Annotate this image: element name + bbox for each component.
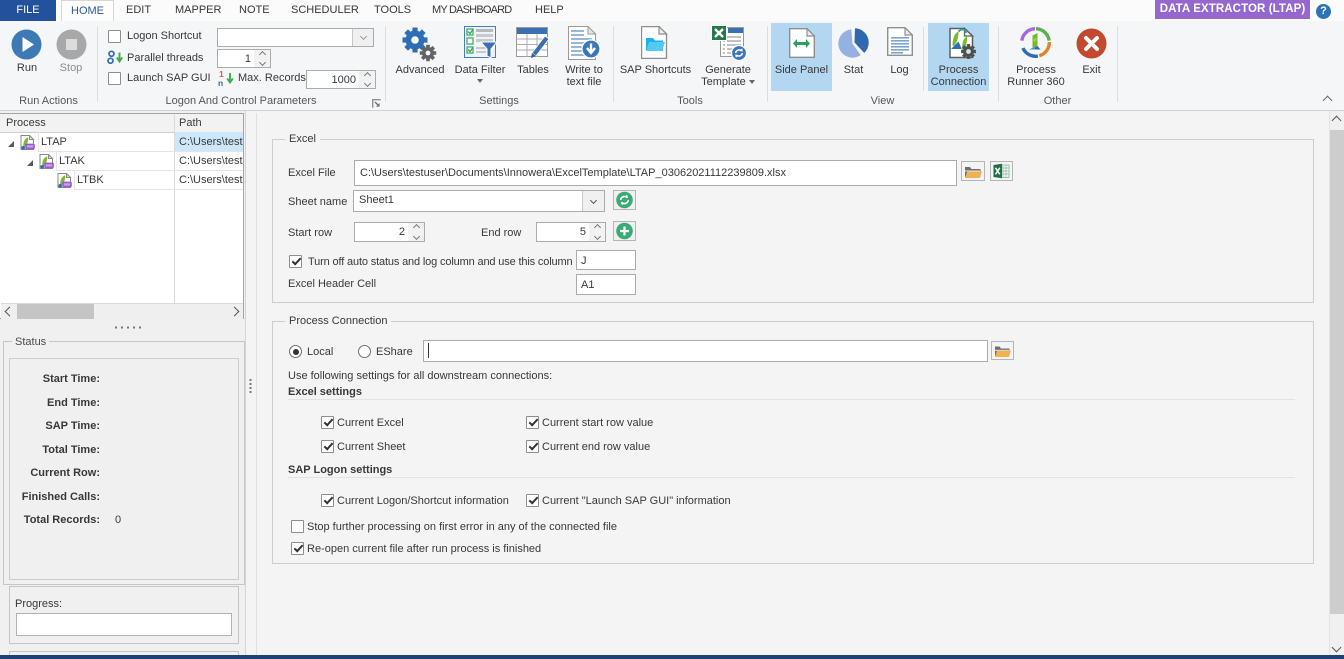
svg-text:n: n	[218, 78, 223, 88]
